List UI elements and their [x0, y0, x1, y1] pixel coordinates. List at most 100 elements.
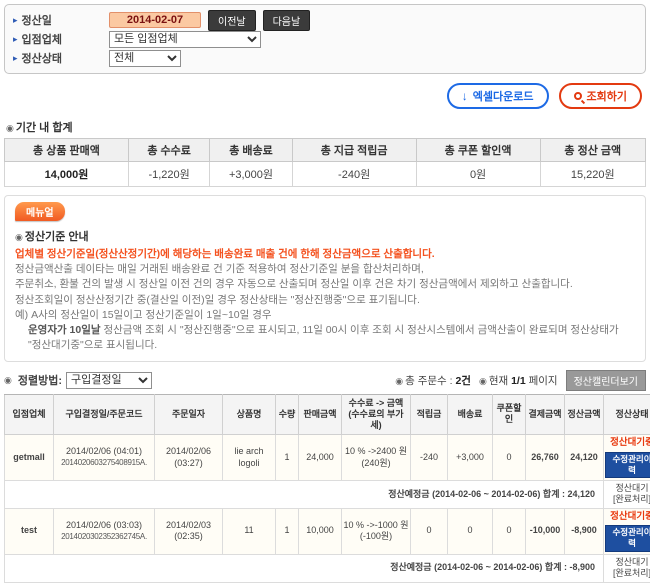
- cell-order-date: 2014/02/06 (03:27): [155, 435, 223, 480]
- settlement-calendar-button[interactable]: 정산캘린더보기: [566, 370, 646, 391]
- edit-history-button[interactable]: 수정관리이력: [605, 452, 650, 478]
- bullet-icon: ◉: [395, 376, 403, 386]
- summary-value-row: 14,000원 -1,220원 +3,000원 -240원 0원 15,220원: [5, 162, 646, 187]
- complete-process-button[interactable]: 정산대기[완료처리]: [604, 554, 650, 582]
- summary-title: ◉기간 내 합계: [6, 119, 644, 135]
- col-qty: 수량: [276, 394, 299, 435]
- notice-line: 예) A사의 정산일이 15일이고 정산기준일이 1일~10일 경우: [15, 308, 635, 323]
- manual-badge[interactable]: 메뉴얼: [15, 202, 65, 221]
- notice-example-line: 운영자가 10일날 정산금액 조회 시 "정산진행중"으로 표시되고, 11일 …: [28, 323, 635, 353]
- complete-process-button[interactable]: 정산대기[완료처리]: [604, 480, 650, 508]
- settlement-status-label: ▸정산상태: [13, 50, 109, 66]
- col-order-date: 주문일자: [155, 394, 223, 435]
- vendor-label: ▸입점업체: [13, 31, 109, 47]
- settlement-table: 입점업체 구입결정일/주문코드 주문일자 상품명 수량 판매금액 수수료 -> …: [4, 394, 650, 583]
- settlement-date-label: ▸정산일: [13, 12, 109, 28]
- cell-status: 정산대기중수정관리이력: [604, 509, 650, 554]
- summary-header: 총 지급 적립금: [292, 139, 416, 162]
- sort-select[interactable]: 구입결정일: [66, 372, 152, 389]
- cell-product: lie arch logoli: [223, 435, 276, 480]
- col-sale: 판매금액: [299, 394, 342, 435]
- col-shipping: 배송료: [448, 394, 493, 435]
- arrow-icon: ▸: [13, 53, 18, 64]
- sort-control: ◉ 정렬방법: 구입결정일: [4, 372, 152, 389]
- form-row-vendor: ▸입점업체 모든 입점업체: [13, 30, 637, 48]
- table-header-row: 입점업체 구입결정일/주문코드 주문일자 상품명 수량 판매금액 수수료 -> …: [5, 394, 650, 435]
- col-payment: 결제금액: [526, 394, 565, 435]
- page-indicator: ◉현재 1/1 페이지: [479, 373, 558, 388]
- cell-vendor: test: [5, 509, 54, 554]
- summary-value: 14,000원: [5, 162, 129, 187]
- cell-sale: 24,000: [299, 435, 342, 480]
- bullet-icon: ◉: [479, 376, 487, 386]
- summary-header: 총 배송료: [210, 139, 292, 162]
- action-bar: ↓엑셀다운로드 조회하기: [0, 83, 642, 109]
- list-stats: ◉총 주문수 : 2건 ◉현재 1/1 페이지 정산캘린더보기: [395, 370, 646, 391]
- cell-decision: 2014/02/06 (03:03)2014020302352362745A.: [54, 509, 155, 554]
- sort-label: 정렬방법:: [18, 372, 62, 388]
- settlement-date-input[interactable]: [109, 12, 201, 28]
- subtotal-label: 정산예정금 (2014-02-06 ~ 2014-02-06) 합계 : -8,…: [5, 554, 604, 582]
- arrow-icon: ▸: [13, 34, 18, 45]
- cell-settle: -8,900: [565, 509, 604, 554]
- col-status: 정산상태: [604, 394, 650, 435]
- form-row-status: ▸정산상태 전체: [13, 49, 637, 67]
- cell-shipping: +3,000: [448, 435, 493, 480]
- search-icon: [574, 92, 582, 100]
- edit-history-button[interactable]: 수정관리이력: [605, 525, 650, 551]
- cell-decision: 2014/02/06 (04:01)2014020603275408915A.: [54, 435, 155, 480]
- settlement-notice-box: 메뉴얼 ◉정산기준 안내 업체별 정산기준일(정산산정기간)에 해당하는 배송완…: [4, 195, 646, 362]
- settlement-status-select[interactable]: 전체: [109, 50, 181, 67]
- notice-highlight: 업체별 정산기준일(정산산정기간)에 해당하는 배송완료 매출 건에 한해 정산…: [15, 247, 635, 262]
- list-control-bar: ◉ 정렬방법: 구입결정일 ◉총 주문수 : 2건 ◉현재 1/1 페이지 정산…: [4, 370, 646, 391]
- col-settle: 정산금액: [565, 394, 604, 435]
- summary-value: 15,220원: [540, 162, 645, 187]
- col-product: 상품명: [223, 394, 276, 435]
- order-count: ◉총 주문수 : 2건: [395, 373, 471, 388]
- cell-status: 정산대기중수정관리이력: [604, 435, 650, 480]
- summary-header: 총 정산 금액: [540, 139, 645, 162]
- table-row: getmall 2014/02/06 (04:01)20140206032754…: [5, 435, 650, 480]
- cell-payment: -10,000: [526, 509, 565, 554]
- notice-line: 주문취소, 환불 건의 발생 시 정산일 이전 건의 경우 자동으로 산출되며 …: [15, 277, 635, 292]
- cell-coupon: 0: [493, 509, 526, 554]
- col-decision: 구입결정일/주문코드: [54, 394, 155, 435]
- subtotal-row: 정산예정금 (2014-02-06 ~ 2014-02-06) 합계 : 24,…: [5, 480, 650, 508]
- table-row: test 2014/02/06 (03:03)20140203023523627…: [5, 509, 650, 554]
- summary-value: -240원: [292, 162, 416, 187]
- cell-reserve: 0: [411, 509, 448, 554]
- prev-day-button[interactable]: 이전날: [208, 10, 256, 31]
- settlement-search-form: ▸정산일 이전날 다음날 ▸입점업체 모든 입점업체 ▸정산상태 전체: [4, 4, 646, 74]
- cell-fee: 10 % ->2400 원(240원): [342, 435, 411, 480]
- cell-shipping: 0: [448, 509, 493, 554]
- cell-qty: 1: [276, 509, 299, 554]
- notice-line: 정산조회일이 정산산정기간 중(결산일 이전)일 경우 정산상태는 "정산진행중…: [15, 293, 635, 308]
- arrow-icon: ▸: [13, 15, 18, 26]
- bullet-icon: ◉: [15, 232, 23, 242]
- cell-settle: 24,120: [565, 435, 604, 480]
- col-reserve: 적립금: [411, 394, 448, 435]
- download-icon: ↓: [462, 89, 468, 103]
- subtotal-row: 정산예정금 (2014-02-06 ~ 2014-02-06) 합계 : -8,…: [5, 554, 650, 582]
- search-button[interactable]: 조회하기: [559, 83, 642, 109]
- bullet-icon: ◉: [4, 375, 12, 386]
- summary-header: 총 쿠폰 할인액: [416, 139, 540, 162]
- summary-value: 0원: [416, 162, 540, 187]
- cell-coupon: 0: [493, 435, 526, 480]
- summary-header-row: 총 상품 판매액 총 수수료 총 배송료 총 지급 적립금 총 쿠폰 할인액 총…: [5, 139, 646, 162]
- subtotal-label: 정산예정금 (2014-02-06 ~ 2014-02-06) 합계 : 24,…: [5, 480, 604, 508]
- cell-product: 11: [223, 509, 276, 554]
- cell-order-date: 2014/02/03 (02:35): [155, 509, 223, 554]
- form-row-date: ▸정산일 이전날 다음날: [13, 11, 637, 29]
- vendor-select[interactable]: 모든 입점업체: [109, 31, 261, 48]
- summary-header: 총 상품 판매액: [5, 139, 129, 162]
- summary-header: 총 수수료: [128, 139, 209, 162]
- next-day-button[interactable]: 다음날: [263, 10, 311, 31]
- summary-value: -1,220원: [128, 162, 209, 187]
- cell-qty: 1: [276, 435, 299, 480]
- excel-download-button[interactable]: ↓엑셀다운로드: [447, 83, 549, 109]
- notice-title: ◉정산기준 안내: [15, 228, 635, 244]
- col-vendor: 입점업체: [5, 394, 54, 435]
- notice-line: 정산금액산출 데이타는 매일 거래된 배송완료 건 기준 적용하여 정산기준일 …: [15, 262, 635, 277]
- col-coupon: 쿠폰할인: [493, 394, 526, 435]
